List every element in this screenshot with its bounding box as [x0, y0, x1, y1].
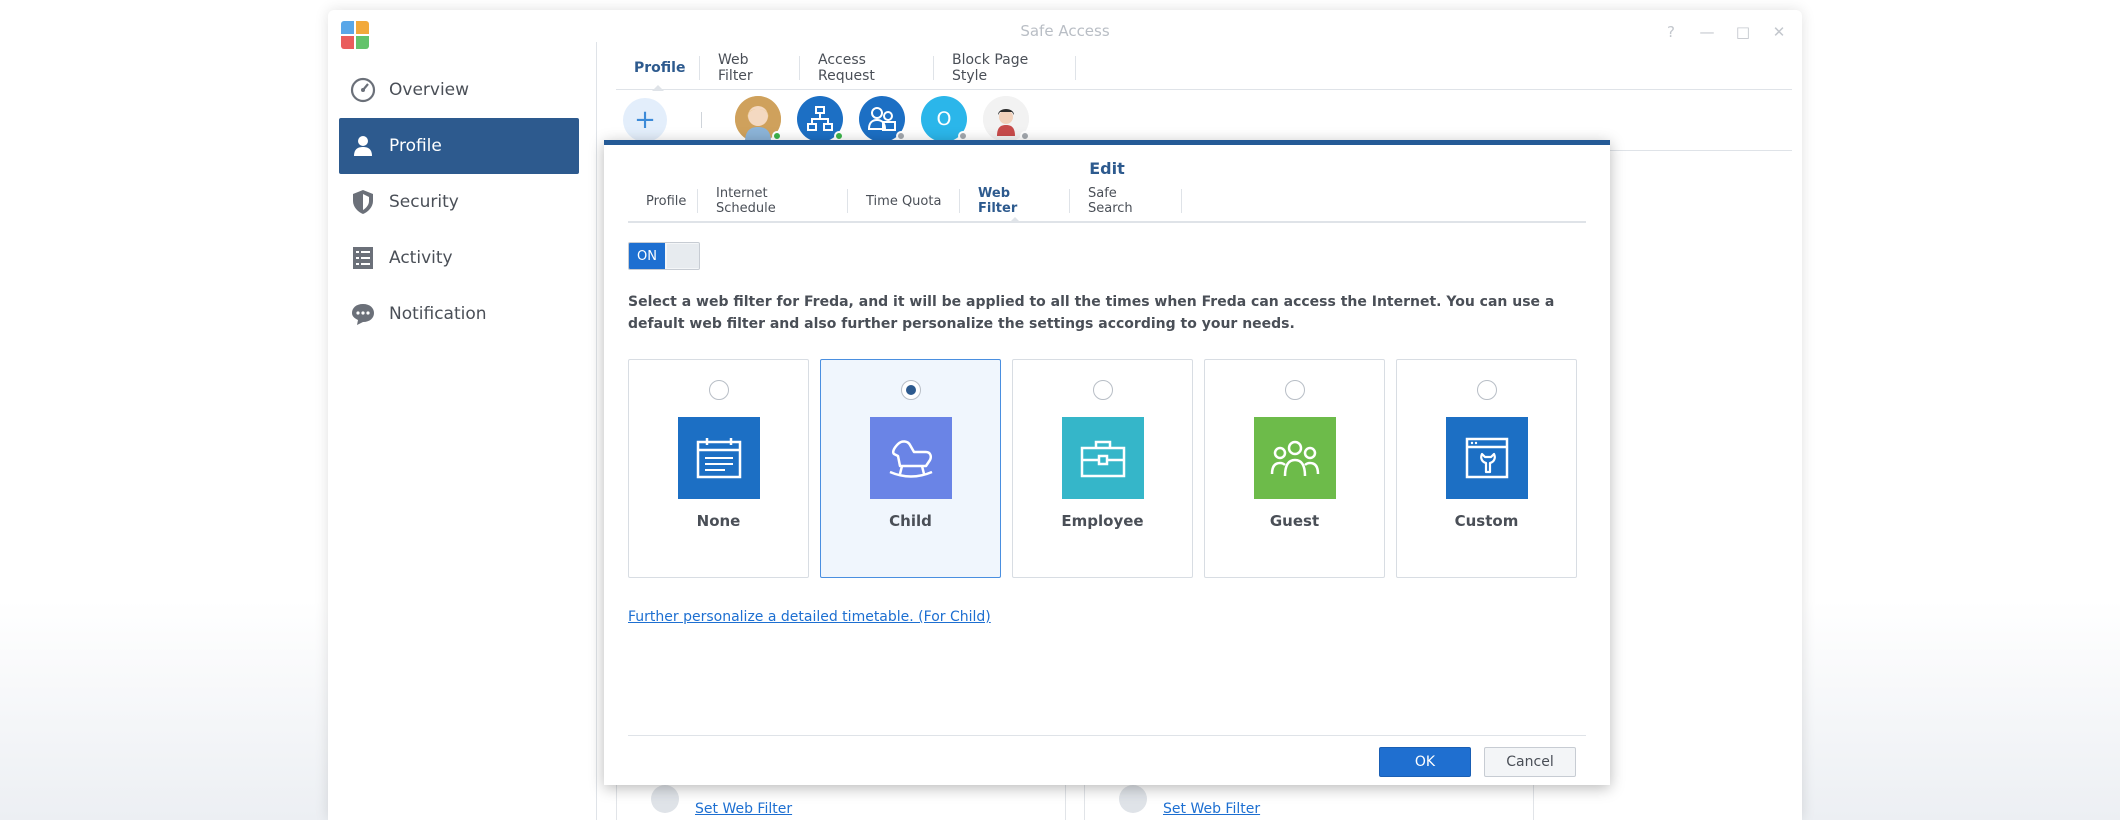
- sidebar-item-profile[interactable]: Profile: [339, 118, 579, 174]
- tab-label: Profile: [634, 60, 686, 76]
- title-bar: Safe Access ? — □ ✕: [328, 10, 1802, 49]
- profile-avatar-photo-small[interactable]: [983, 96, 1030, 142]
- dialog-tab-internet-schedule[interactable]: Internet Schedule: [698, 181, 848, 221]
- shield-icon: [349, 188, 377, 216]
- web-filter-icon: [1119, 785, 1147, 813]
- dialog-tab-time-quota[interactable]: Time Quota: [848, 181, 960, 221]
- tab-label: Internet Schedule: [716, 186, 776, 216]
- group-icon: [867, 107, 896, 131]
- sidebar-divider: [596, 42, 597, 820]
- filter-card-guest[interactable]: Guest: [1204, 359, 1385, 578]
- gauge-icon: [349, 76, 377, 104]
- filter-radio-guest[interactable]: [1285, 380, 1305, 400]
- ok-button[interactable]: OK: [1379, 747, 1471, 777]
- filter-label: None: [696, 512, 741, 530]
- add-profile-button[interactable]: +: [623, 98, 667, 142]
- personalize-timetable-link[interactable]: Further personalize a detailed timetable…: [628, 609, 991, 625]
- rocking-horse-icon: [870, 417, 952, 499]
- sidebar-item-overview[interactable]: Overview: [339, 62, 579, 118]
- tab-label: Access Request: [818, 52, 875, 84]
- filter-card-none[interactable]: None: [628, 359, 809, 578]
- dialog-tab-safe-search[interactable]: Safe Search: [1070, 181, 1182, 221]
- cancel-button[interactable]: Cancel: [1484, 747, 1576, 777]
- edit-dialog: Edit Profile Internet Schedule Time Quot…: [604, 140, 1610, 785]
- sidebar-item-security[interactable]: Security: [339, 174, 579, 230]
- close-icon[interactable]: ✕: [1770, 23, 1788, 41]
- tab-label: Block Page Style: [952, 52, 1029, 84]
- filter-card-employee[interactable]: Employee: [1012, 359, 1193, 578]
- people-icon: [1254, 417, 1336, 499]
- window-wrench-icon: [1446, 417, 1528, 499]
- set-web-filter-link[interactable]: Set Web Filter: [1163, 801, 1260, 817]
- filter-label: Employee: [1061, 512, 1144, 530]
- tab-access-request[interactable]: Access Request: [800, 46, 934, 90]
- tab-block-page-style[interactable]: Block Page Style: [934, 46, 1076, 90]
- filter-radio-child[interactable]: [901, 380, 921, 400]
- filter-radio-employee[interactable]: [1093, 380, 1113, 400]
- tab-profile[interactable]: Profile: [616, 46, 700, 91]
- profile-avatar-initial[interactable]: O: [921, 96, 968, 142]
- minimize-icon[interactable]: —: [1698, 23, 1716, 41]
- sidebar-item-label: Activity: [389, 248, 453, 268]
- tab-label: Web Filter: [718, 52, 753, 84]
- set-web-filter-link[interactable]: Set Web Filter: [695, 801, 792, 817]
- tab-label: Profile: [646, 193, 687, 209]
- dialog-tab-web-filter[interactable]: Web Filter: [960, 181, 1070, 223]
- filter-label: Custom: [1454, 512, 1519, 530]
- sidebar: Overview Profile Security Activity Notif…: [328, 42, 596, 820]
- help-icon[interactable]: ?: [1662, 23, 1680, 41]
- row-separator: [701, 112, 702, 128]
- toggle-knob: [667, 244, 699, 268]
- filter-label: Guest: [1269, 512, 1320, 530]
- network-icon: [807, 106, 833, 131]
- filter-label: Child: [889, 512, 932, 530]
- web-filter-description: Select a web filter for Freda, and it wi…: [628, 294, 1555, 332]
- filter-radio-custom[interactable]: [1477, 380, 1497, 400]
- profile-avatar-photo[interactable]: [735, 96, 782, 142]
- filter-card-custom[interactable]: Custom: [1396, 359, 1577, 578]
- tab-web-filter[interactable]: Web Filter: [700, 46, 800, 90]
- sidebar-item-label: Profile: [389, 136, 442, 156]
- tab-label: Safe Search: [1088, 186, 1133, 216]
- main-tab-bar: Profile Web Filter Access Request Block …: [616, 46, 1792, 91]
- sidebar-item-notification[interactable]: Notification: [339, 286, 579, 342]
- web-filter-icon: [651, 785, 679, 813]
- dialog-title: Edit: [1089, 159, 1125, 178]
- person-icon: [349, 132, 377, 160]
- profile-avatar-group[interactable]: [859, 96, 906, 142]
- toggle-on-label: ON: [629, 243, 665, 269]
- avatar-initial: O: [936, 108, 952, 130]
- dialog-tab-profile[interactable]: Profile: [628, 181, 698, 221]
- calendar-icon: [678, 417, 760, 499]
- window-title: Safe Access: [1020, 22, 1110, 40]
- dialog-footer-divider: [628, 735, 1586, 736]
- sidebar-item-label: Overview: [389, 80, 470, 100]
- filter-card-child[interactable]: Child: [820, 359, 1001, 578]
- sidebar-item-activity[interactable]: Activity: [339, 230, 579, 286]
- dialog-tab-bar: Profile Internet Schedule Time Quota Web…: [628, 181, 1586, 223]
- maximize-icon[interactable]: □: [1734, 23, 1752, 41]
- tab-label: Web Filter: [978, 186, 1018, 216]
- window-controls: ? — □ ✕: [1662, 23, 1788, 41]
- list-icon: [349, 244, 377, 272]
- chat-bubble-icon: [349, 300, 377, 328]
- tab-label: Time Quota: [866, 193, 942, 209]
- sidebar-item-label: Security: [389, 192, 459, 212]
- web-filter-toggle[interactable]: ON: [628, 242, 700, 270]
- profile-avatar-network[interactable]: [797, 96, 844, 142]
- filter-radio-none[interactable]: [709, 380, 729, 400]
- briefcase-icon: [1062, 417, 1144, 499]
- sidebar-item-label: Notification: [389, 304, 487, 324]
